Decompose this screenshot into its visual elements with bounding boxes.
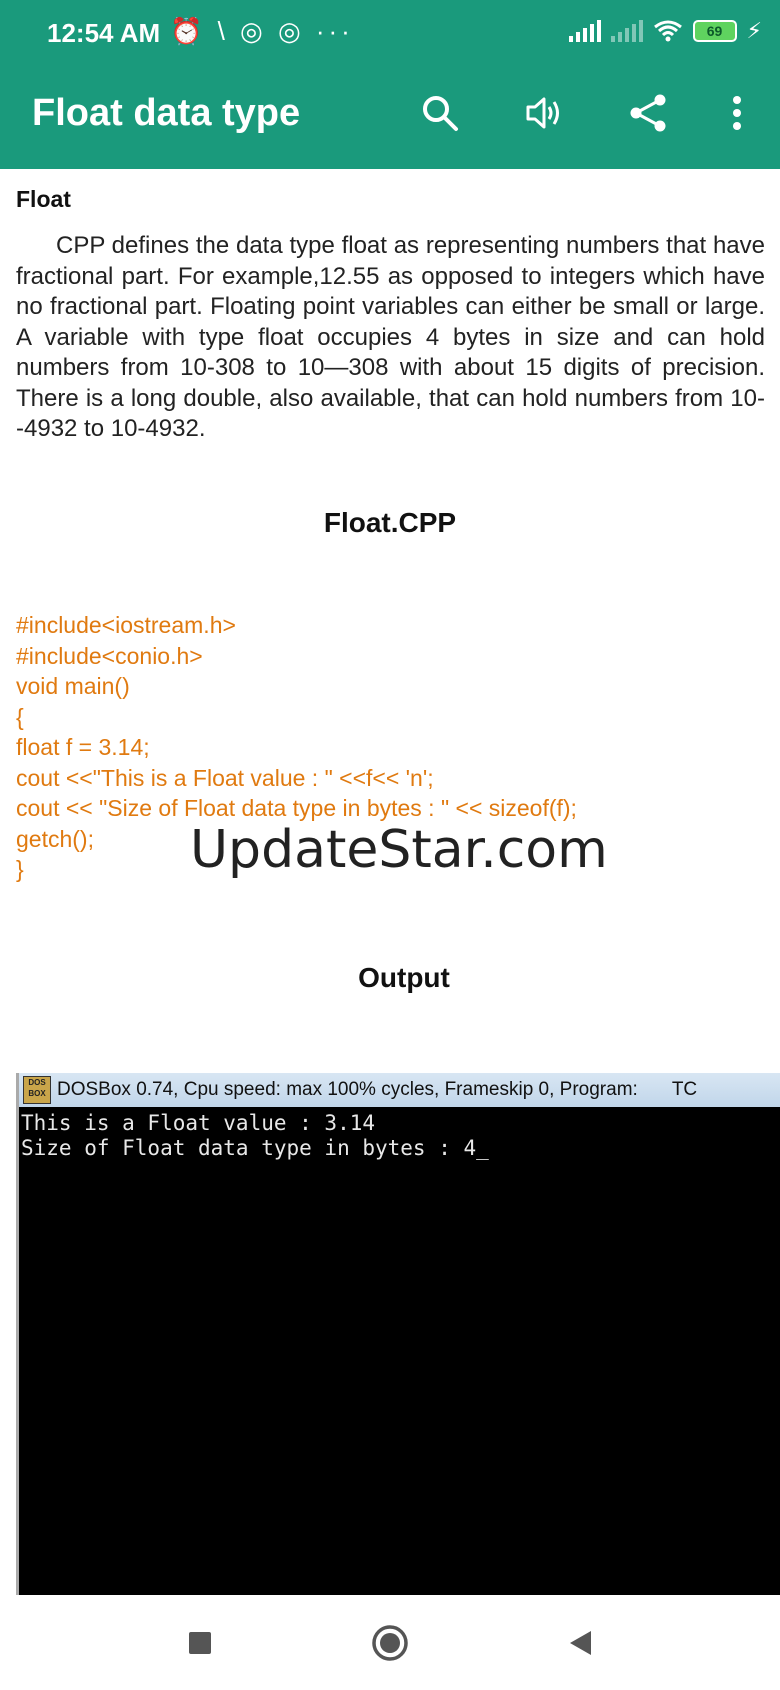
home-circle-icon xyxy=(372,1624,408,1661)
dosbox-logo-icon: DOS BOX xyxy=(23,1076,51,1104)
notification-icons: ⏰ \ ◎ ◎ ··· xyxy=(170,16,354,46)
dosbox-output-image: DOS BOX DOSBox 0.74, Cpu speed: max 100%… xyxy=(16,1073,780,1595)
signal-2-icon xyxy=(610,20,643,42)
recents-button[interactable] xyxy=(180,1623,220,1663)
section-heading: Float xyxy=(16,186,71,212)
battery-icon: 69 xyxy=(692,20,737,42)
speak-button[interactable] xyxy=(514,88,574,138)
wifi-icon xyxy=(653,20,682,42)
charging-icon: ⚡ xyxy=(746,18,762,43)
watermark: UpdateStar.com xyxy=(190,820,608,880)
system-nav-bar xyxy=(0,1595,780,1690)
home-button[interactable] xyxy=(370,1623,410,1663)
code-line: cout <<"This is a Float value : " <<f<< … xyxy=(16,764,434,791)
code-title: Float.CPP xyxy=(323,507,457,538)
signal-icon xyxy=(568,20,601,42)
code-line: #include<iostream.h> xyxy=(16,612,236,638)
code-line: { xyxy=(16,703,24,730)
share-icon xyxy=(630,94,666,132)
page-title: Float data type xyxy=(32,92,301,134)
app-bar: 12:54 AM ⏰ \ ◎ ◎ ··· 69 ⚡ Float data typ… xyxy=(0,0,780,169)
dosbox-titlebar: DOS BOX DOSBox 0.74, Cpu speed: max 100%… xyxy=(19,1073,780,1107)
dosbox-program: TC xyxy=(671,1079,698,1100)
back-button[interactable] xyxy=(560,1623,600,1663)
dosbox-output-line: This is a Float value : 3.14 xyxy=(21,1111,376,1135)
status-time: 12:54 AM xyxy=(47,18,161,48)
search-icon xyxy=(423,96,458,131)
app-bar-actions xyxy=(410,88,752,138)
output-title: Output xyxy=(358,962,450,993)
code-line: void main() xyxy=(16,673,130,699)
back-triangle-icon xyxy=(570,1630,591,1655)
share-button[interactable] xyxy=(618,88,678,138)
dosbox-title: DOSBox 0.74, Cpu speed: max 100% cycles,… xyxy=(57,1079,638,1100)
dosbox-screen: This is a Float value : 3.14 Size of Floa… xyxy=(19,1107,780,1165)
code-line: float f = 3.14; xyxy=(16,734,150,760)
code-line: #include<conio.h> xyxy=(16,642,203,669)
more-vert-icon xyxy=(733,96,741,130)
search-button[interactable] xyxy=(410,88,470,138)
code-line: cout << "Size of Float data type in byte… xyxy=(16,795,577,821)
article-content: Float CPP defines the data type float as… xyxy=(16,169,765,445)
more-options-button[interactable] xyxy=(722,88,752,138)
status-right-icons: 69 ⚡ xyxy=(568,18,762,44)
description-paragraph: CPP defines the data type float as repre… xyxy=(16,232,765,442)
status-bar: 12:54 AM ⏰ \ ◎ ◎ ··· 69 ⚡ xyxy=(0,0,780,70)
speaker-icon xyxy=(526,97,559,129)
dosbox-output-line: Size of Float data type in bytes : 4_ xyxy=(21,1136,489,1160)
recents-square-icon xyxy=(189,1631,211,1654)
